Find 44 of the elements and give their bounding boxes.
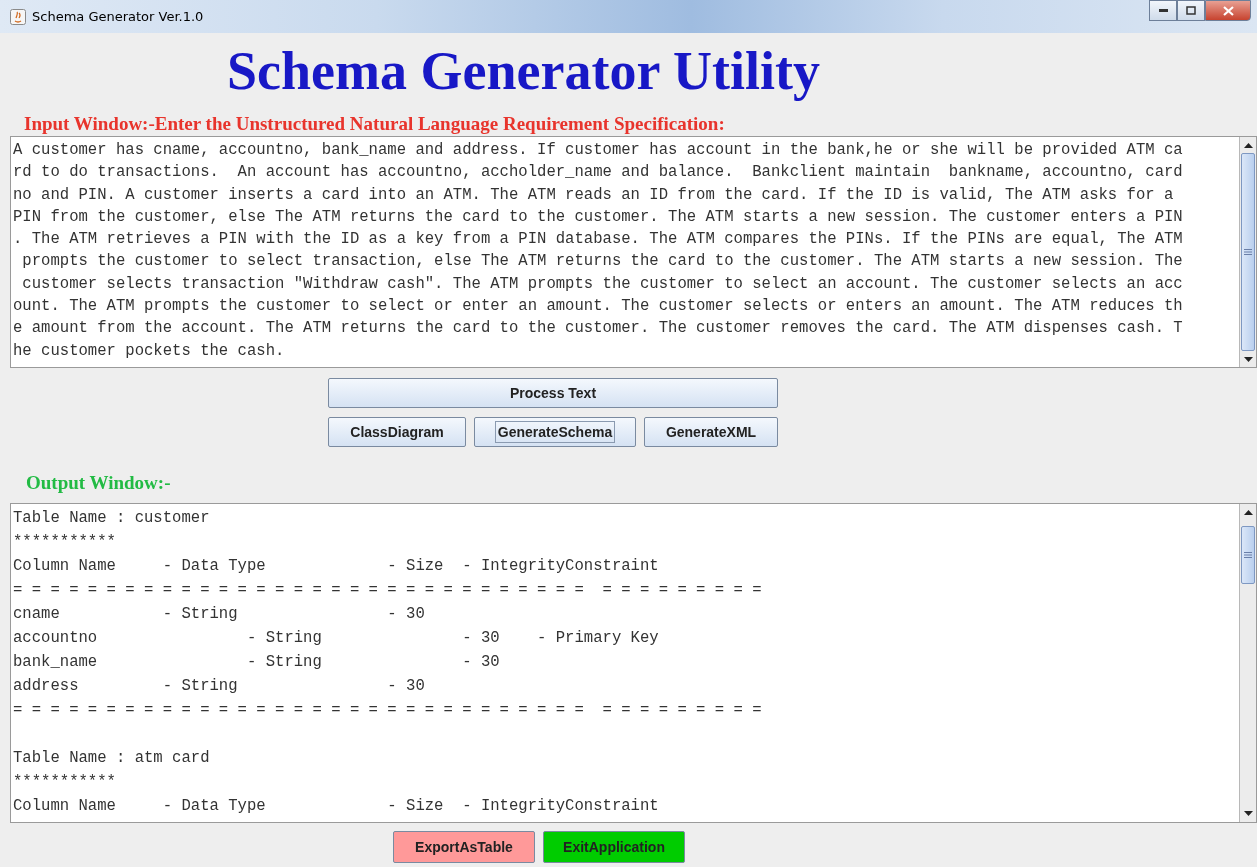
action-button[interactable]: GenerateXML (644, 417, 778, 447)
minimize-button[interactable] (1149, 0, 1177, 21)
output-line: = = = = = = = = = = = = = = = = = = = = = = = = = = = = = = = = = = = = = = = = (13, 700, 762, 721)
text-line: rd to do transactions. An account has accountno, accholder_name and balance. Bankclient maintain bankname, accountno, card (13, 162, 1183, 184)
output-line: bank_name - String - 30 (13, 652, 500, 673)
text-line: no and PIN. A customer inserts a card into an ATM. The ATM reads an ID from the card. If the ID is valid, The ATM asks for a (13, 184, 1175, 206)
app-heading: Schema Generator Utility (226, 40, 821, 103)
window-title: Schema Generator Ver.1.0 (32, 9, 205, 24)
output-line: address - String - 30 (13, 676, 425, 697)
action-button[interactable]: ClassDiagram (328, 417, 466, 447)
action-button[interactable]: GenerateSchema (474, 417, 636, 447)
output-line: cname - String - 30 (13, 604, 425, 625)
output-line: Table Name : customer (13, 508, 210, 529)
text-line: . The ATM retrieves a PIN with the ID as a key from a PIN database. The ATM compares the PINs. If the PINs are equal, The ATM (13, 229, 1183, 251)
text-line: e amount from the account. The ATM returns the card to the customer. The customer removes the card. The ATM dispenses cash. T (13, 318, 1183, 340)
footer-button[interactable]: ExitApplication (543, 831, 685, 863)
output-label: Output Window:- (26, 471, 171, 495)
input-text-area[interactable] (10, 136, 1257, 368)
text-line: customer selects transaction "Withdraw cash". The ATM prompts the customer to select an account. The customer selects an acc (21, 273, 1183, 295)
text-line: PIN from the customer, else The ATM returns the card to the customer. The ATM starts a new session. The customer enters a PIN (13, 206, 1183, 228)
text-line: prompts the customer to select transaction, else The ATM returns the card to the customer. The ATM starts a new session. The (21, 251, 1183, 273)
output-line: Column Name - Data Type - Size - IntegrityConstraint (13, 556, 659, 577)
maximize-button[interactable] (1177, 0, 1205, 21)
scrollbar[interactable] (1239, 504, 1256, 822)
scroll-thumb[interactable] (1241, 525, 1255, 585)
text-line: A customer has cname, accountno, bank_name and address. If customer has account in the bank,he or she will be provided ATM ca (13, 140, 1183, 161)
minimize-icon (1158, 9, 1168, 12)
output-line: accountno - String - 30 - Primary Key (13, 628, 659, 649)
scroll-thumb[interactable] (1241, 153, 1255, 351)
maximize-icon (1186, 6, 1196, 15)
text-line: ount. The ATM prompts the customer to select or enter an amount. The customer selects or enters an amount. The ATM reduces th (13, 296, 1183, 318)
footer-button[interactable]: ExportAsTable (393, 831, 535, 863)
scrollbar[interactable] (1239, 137, 1256, 367)
app-icon (10, 8, 26, 25)
output-line: *********** (13, 532, 116, 553)
close-button[interactable] (1205, 0, 1251, 21)
output-line: Table Name : atm card (13, 748, 210, 769)
output-line: Column Name - Data Type - Size - IntegrityConstraint (13, 796, 659, 817)
process-text-button[interactable]: Process Text (328, 378, 778, 408)
close-icon (1222, 5, 1234, 16)
output-line: *********** (13, 772, 116, 793)
input-label: Input Window:-Enter the Unstructured Natural Language Requirement Specification: (24, 112, 725, 136)
output-line: = = = = = = = = = = = = = = = = = = = = = = = = = = = = = = = = = = = = = = = = (13, 580, 762, 601)
text-line: he customer pockets the cash. (13, 340, 285, 362)
